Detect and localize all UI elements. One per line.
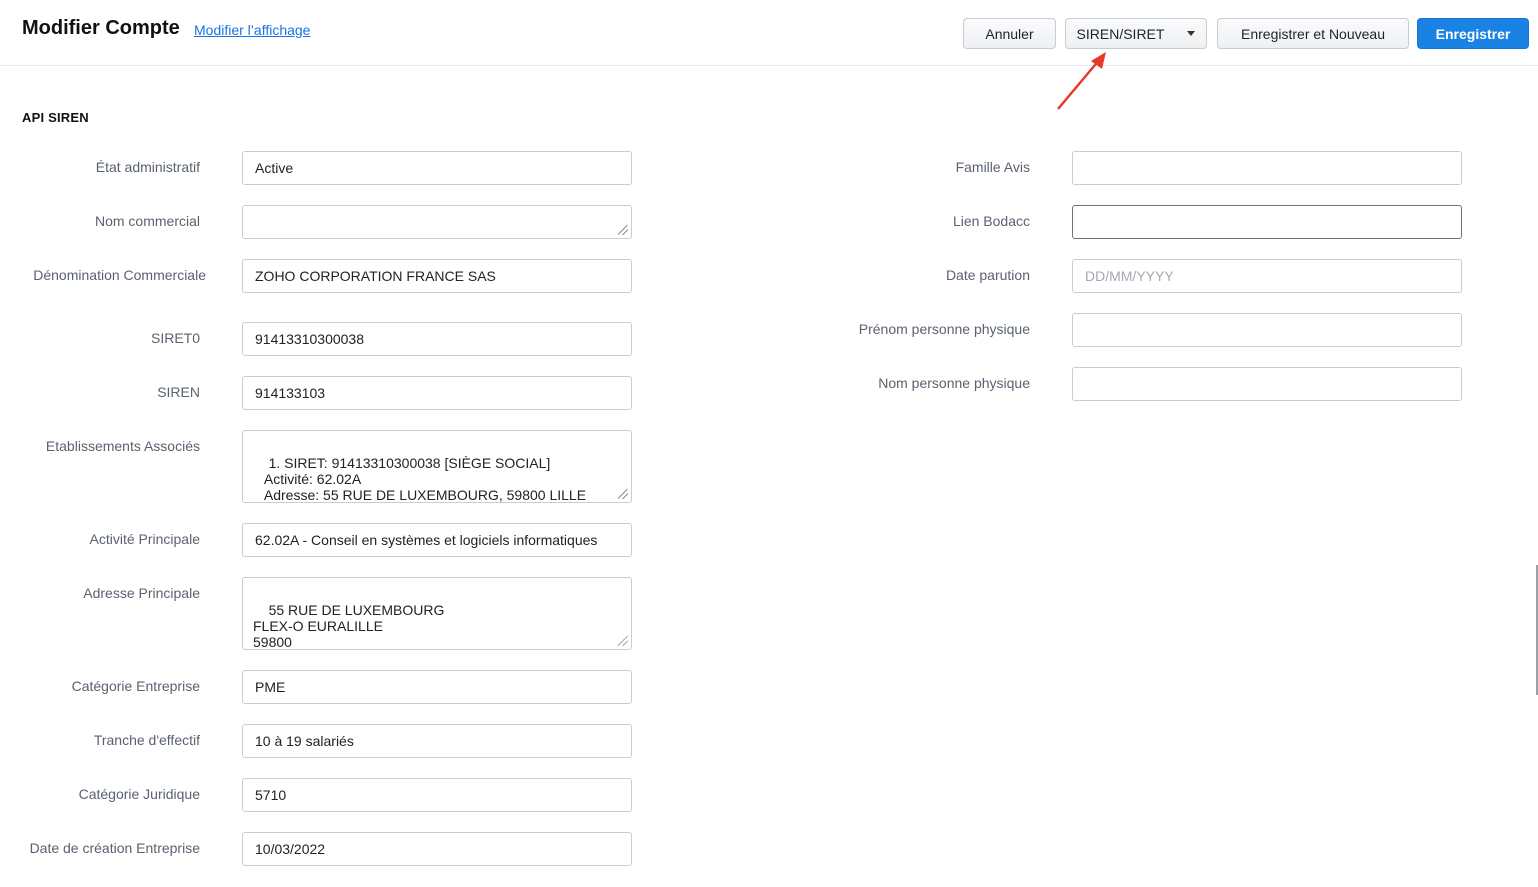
date-creation-entreprise-field[interactable]: 10/03/2022 [242,832,632,866]
tranche-effectif-field[interactable]: 10 à 19 salariés [242,724,632,758]
date-parution-field[interactable]: DD/MM/YYYY [1072,259,1462,293]
annotation-arrow-icon [1057,52,1106,110]
prenom-personne-physique-field[interactable] [1072,313,1462,347]
etat-administratif-field[interactable]: Active [242,151,632,185]
adresse-principale-value: 55 RUE DE LUXEMBOURG FLEX-O EURALILLE 59… [253,602,445,650]
nom-commercial-field[interactable] [242,205,632,239]
section-title: API SIREN [22,110,89,125]
label-nom-personne-physique: Nom personne physique [878,375,1030,391]
famille-avis-field[interactable] [1072,151,1462,185]
resize-handle-icon[interactable] [618,225,628,235]
resize-handle-icon[interactable] [618,489,628,499]
label-prenom-personne-physique: Prénom personne physique [858,321,1030,337]
siret0-field[interactable]: 91413310300038 [242,322,632,356]
denomination-commerciale-field[interactable]: ZOHO CORPORATION FRANCE SAS [242,259,632,293]
siren-field[interactable]: 914133103 [242,376,632,410]
lien-bodacc-field[interactable] [1072,205,1462,239]
save-and-new-button[interactable]: Enregistrer et Nouveau [1217,18,1409,49]
categorie-juridique-field[interactable]: 5710 [242,778,632,812]
chevron-down-icon [1186,31,1195,36]
label-date-creation-entreprise: Date de création Entreprise [29,840,200,856]
top-bar: Modifier Compte Modifier l’affichage Ann… [0,0,1538,66]
label-famille-avis: Famille Avis [955,159,1030,175]
label-nom-commercial: Nom commercial [94,213,200,229]
label-lien-bodacc: Lien Bodacc [952,213,1030,229]
save-button[interactable]: Enregistrer [1417,18,1529,49]
categorie-entreprise-field[interactable]: PME [242,670,632,704]
label-adresse-principale: Adresse Principale [83,585,200,601]
label-categorie-entreprise: Catégorie Entreprise [71,678,200,694]
label-activite-principale: Activité Principale [89,531,201,547]
edit-layout-link[interactable]: Modifier l’affichage [194,22,310,38]
label-siren: SIREN [157,384,200,400]
activite-principale-field[interactable]: 62.02A - Conseil en systèmes et logiciel… [242,523,632,557]
siren-siret-dropdown-button[interactable] [1175,18,1207,49]
etablissements-associes-value: 1. SIRET: 91413310300038 [SIÈGE SOCIAL] … [263,455,587,503]
label-siret0: SIRET0 [150,330,200,346]
nom-personne-physique-field[interactable] [1072,367,1462,401]
resize-handle-icon[interactable] [618,636,628,646]
page-title: Modifier Compte [22,17,180,39]
cancel-button[interactable]: Annuler [963,18,1056,49]
label-etat-administratif: État administratif [95,159,200,175]
label-date-parution: Date parution [945,267,1030,283]
label-etablissements-associes: Etablissements Associés [45,438,200,454]
etablissements-associes-textarea[interactable]: 1. SIRET: 91413310300038 [SIÈGE SOCIAL] … [242,430,632,503]
label-denomination-commerciale: Dénomination Commerciale [33,267,206,283]
adresse-principale-textarea[interactable]: 55 RUE DE LUXEMBOURG FLEX-O EURALILLE 59… [242,577,632,650]
label-categorie-juridique: Catégorie Juridique [78,786,200,802]
label-tranche-effectif: Tranche d'effectif [93,732,200,748]
siren-siret-button[interactable]: SIREN/SIRET [1065,18,1176,49]
